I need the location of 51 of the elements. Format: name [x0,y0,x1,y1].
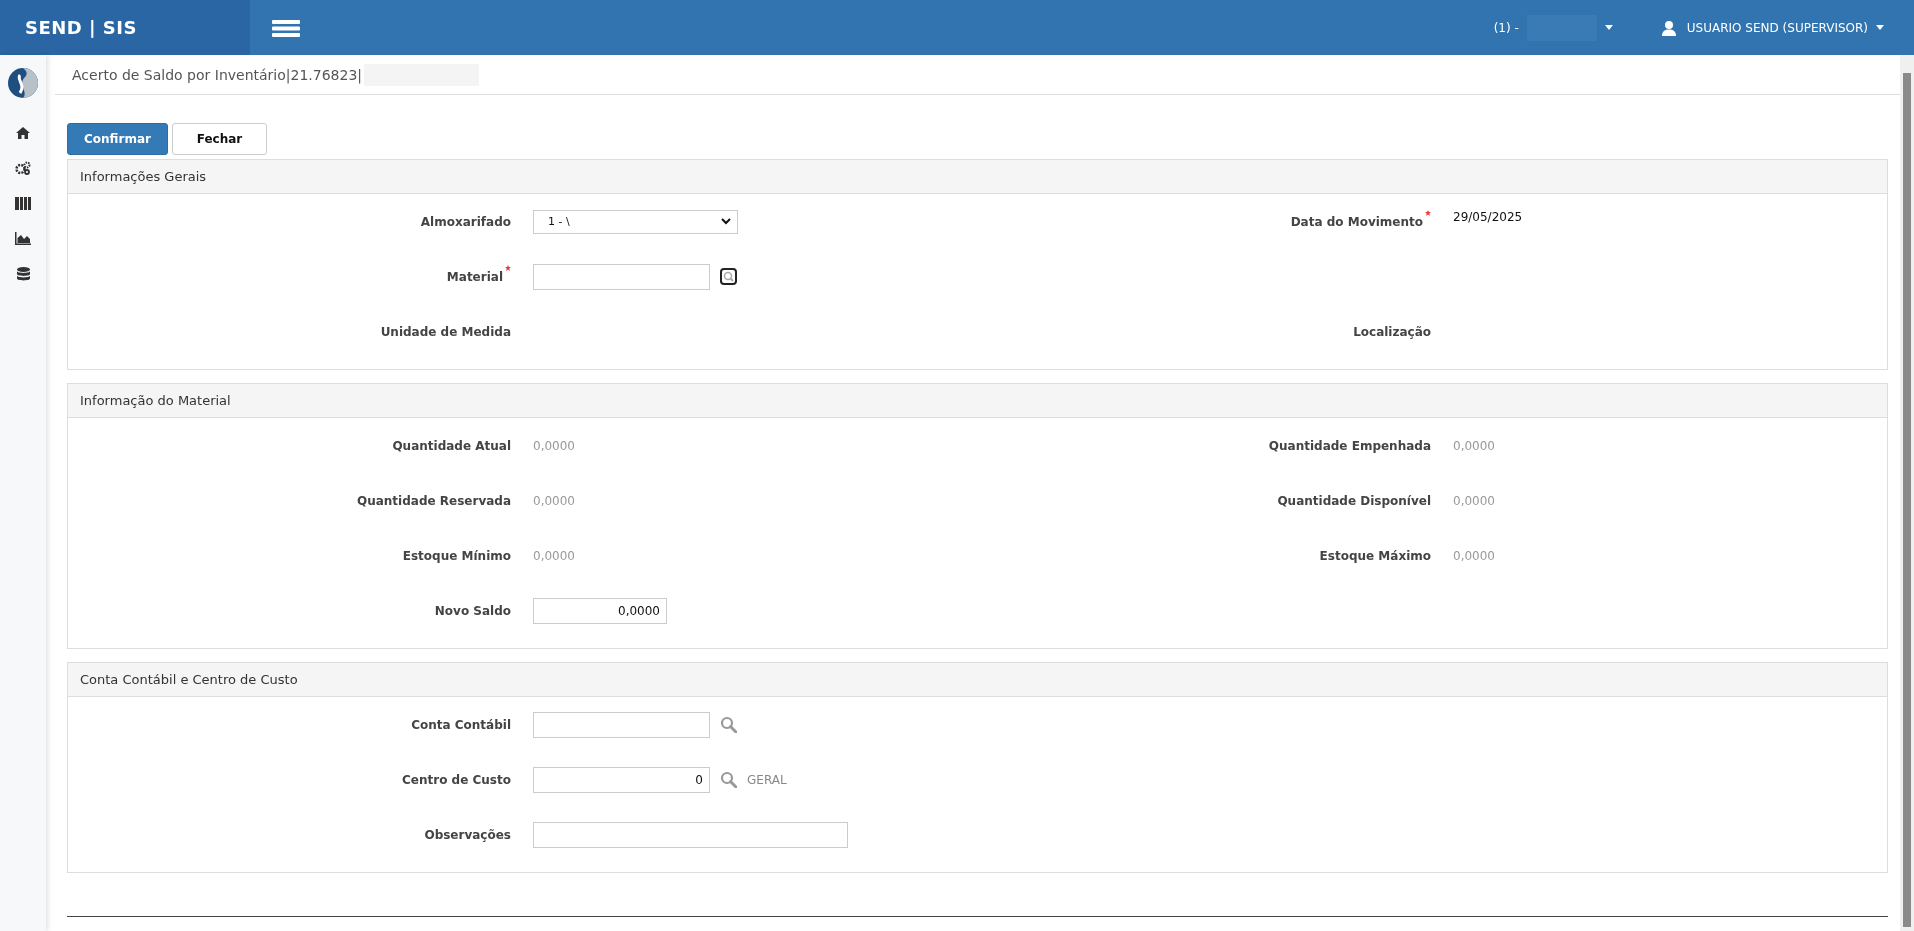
field-label: Quantidade Reservada [357,493,511,508]
field-label: Centro de Custo [402,772,511,787]
field-label: Localização [1353,324,1431,339]
input-field[interactable] [533,711,710,738]
input-field[interactable]: 0 [533,766,710,793]
input-field[interactable] [533,821,848,848]
confirm-button[interactable]: Confirmar [67,123,168,155]
panel-header: Conta Contábil e Centro de Custo [68,663,1887,697]
user-menu[interactable]: USUARIO SEND (SUPERVISOR) [1686,20,1868,35]
field-label: Unidade de Medida [380,324,511,339]
field-value: 0,0000 [1453,438,1495,453]
columns-icon[interactable] [15,197,31,210]
panel-header: Informação do Material [68,384,1887,418]
field-label: Quantidade Empenhada [1268,438,1431,453]
logo-icon[interactable] [7,67,39,99]
field-value: 0,0000 [533,438,575,453]
caret-icon[interactable] [1604,25,1613,30]
scrollbar[interactable] [1900,55,1914,931]
caret-icon[interactable] [1876,25,1884,30]
field-value: 0,0000 [533,493,575,508]
user-icon [1660,19,1677,36]
field-label: Estoque Mínimo [402,548,511,563]
area-chart-icon[interactable] [15,232,31,245]
close-button[interactable]: Fechar [171,123,267,155]
field-note: GERAL [747,772,787,787]
field-label: Novo Saldo [434,603,511,618]
menu-icon[interactable] [272,17,300,38]
field-label: Data do Movimento [1290,214,1423,229]
field-label: Material [446,269,503,284]
field-value: 0,0000 [533,548,575,563]
field-label: Estoque Máximo [1319,548,1431,563]
brand-logo: SEND | SIS [25,17,137,38]
select-field[interactable]: 1 - \ [533,209,738,234]
field-label: Quantidade Disponível [1277,493,1431,508]
field-label: Quantidade Atual [392,438,511,453]
field-value: 0,0000 [1453,548,1495,563]
database-icon[interactable] [16,267,30,281]
field-label: Conta Contábil [411,717,511,732]
input-field[interactable]: 0,0000 [533,597,667,624]
search-icon[interactable] [720,268,737,285]
input-field[interactable] [533,263,710,290]
panel-header: Informações Gerais [68,160,1887,194]
field-label: Observações [424,827,511,842]
chevron-icon[interactable] [721,218,731,225]
date-value: 29/05/2025 [1453,209,1523,224]
page-title: Acerto de Saldo por Inventário|21.76823| [72,66,363,83]
field-value: 0,0000 [1453,493,1495,508]
field-label: Almoxarifado [420,214,511,229]
gears-icon[interactable] [15,161,31,175]
company-selector[interactable]: (1) - [1493,20,1519,35]
home-icon[interactable] [16,127,30,139]
